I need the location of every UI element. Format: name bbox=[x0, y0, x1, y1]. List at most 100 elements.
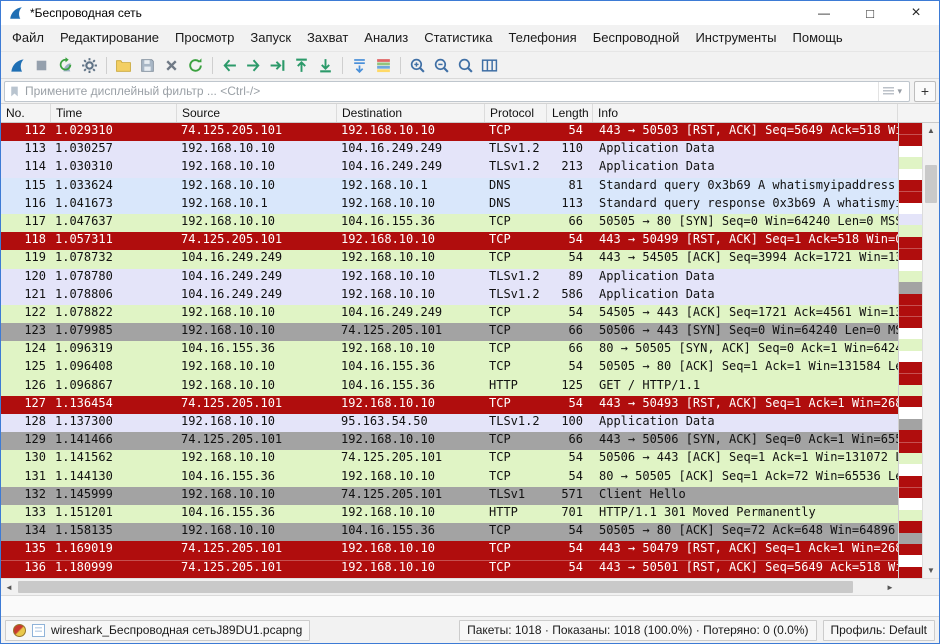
packet-row[interactable]: 125 1.096408 192.168.10.10 104.16.155.36… bbox=[1, 359, 898, 377]
packet-row[interactable]: 127 1.136454 74.125.205.101 192.168.10.1… bbox=[1, 396, 898, 414]
profile-selector[interactable]: Профиль: Default bbox=[823, 620, 936, 641]
filter-bookmark-icon[interactable] bbox=[8, 85, 21, 98]
scroll-up-icon[interactable]: ▲ bbox=[923, 123, 939, 138]
packet-row[interactable]: 112 1.029310 74.125.205.101 192.168.10.1… bbox=[1, 123, 898, 141]
packet-protocol: TCP bbox=[485, 469, 547, 487]
minimap-stripe bbox=[899, 191, 922, 202]
horizontal-scroll-thumb[interactable] bbox=[18, 581, 853, 593]
menu-item[interactable]: Помощь bbox=[785, 25, 851, 51]
go-to-packet-icon[interactable] bbox=[266, 54, 289, 77]
packet-destination: 74.125.205.101 bbox=[337, 487, 485, 505]
menu-item[interactable]: Просмотр bbox=[167, 25, 242, 51]
open-file-icon[interactable] bbox=[112, 54, 135, 77]
go-forward-icon[interactable] bbox=[242, 54, 265, 77]
packet-row[interactable]: 122 1.078822 192.168.10.10 104.16.249.24… bbox=[1, 305, 898, 323]
packet-row[interactable]: 133 1.151201 104.16.155.36 192.168.10.10… bbox=[1, 505, 898, 523]
minimap-stripe bbox=[899, 271, 922, 282]
horizontal-scrollbar[interactable]: ◄ ► bbox=[1, 579, 898, 595]
scroll-right-icon[interactable]: ► bbox=[882, 579, 898, 595]
packet-destination: 104.16.249.249 bbox=[337, 141, 485, 159]
menu-item[interactable]: Статистика bbox=[416, 25, 500, 51]
save-file-icon[interactable] bbox=[136, 54, 159, 77]
column-header[interactable]: Length bbox=[547, 104, 593, 122]
scrollbar-corner bbox=[898, 579, 939, 595]
reload-file-icon[interactable] bbox=[184, 54, 207, 77]
packet-row[interactable]: 132 1.145999 192.168.10.10 74.125.205.10… bbox=[1, 487, 898, 505]
menu-item[interactable]: Захват bbox=[299, 25, 356, 51]
pane-splitter[interactable] bbox=[1, 595, 939, 616]
vertical-scrollbar[interactable]: ▲ ▼ bbox=[922, 123, 939, 578]
packet-row[interactable]: 129 1.141466 74.125.205.101 192.168.10.1… bbox=[1, 432, 898, 450]
close-file-icon[interactable] bbox=[160, 54, 183, 77]
colorize-packets-icon[interactable] bbox=[372, 54, 395, 77]
minimap-stripe bbox=[899, 282, 922, 293]
zoom-out-icon[interactable] bbox=[430, 54, 453, 77]
packet-length: 113 bbox=[547, 196, 593, 214]
packet-row[interactable]: 123 1.079985 192.168.10.10 74.125.205.10… bbox=[1, 323, 898, 341]
display-filter-field[interactable]: ▾ bbox=[4, 81, 910, 102]
toolbar-separator bbox=[106, 57, 107, 74]
packet-time: 1.033624 bbox=[51, 178, 177, 196]
packet-row[interactable]: 124 1.096319 104.16.155.36 192.168.10.10… bbox=[1, 341, 898, 359]
column-header[interactable]: Source bbox=[177, 104, 337, 122]
packet-info: Application Data bbox=[593, 414, 898, 432]
column-header[interactable]: Info bbox=[593, 104, 898, 122]
menu-item[interactable]: Файл bbox=[4, 25, 52, 51]
go-back-icon[interactable] bbox=[218, 54, 241, 77]
packet-no: 113 bbox=[1, 141, 51, 159]
packet-minimap[interactable] bbox=[898, 123, 922, 578]
column-header[interactable]: Protocol bbox=[485, 104, 547, 122]
packet-row[interactable]: 130 1.141562 192.168.10.10 74.125.205.10… bbox=[1, 450, 898, 468]
start-capture-icon[interactable] bbox=[6, 54, 29, 77]
packet-info: 50505 → 80 [ACK] Seq=72 Ack=648 Win=6489… bbox=[593, 523, 898, 541]
go-first-packet-icon[interactable] bbox=[290, 54, 313, 77]
packet-row[interactable]: 128 1.137300 192.168.10.10 95.163.54.50 … bbox=[1, 414, 898, 432]
packet-row[interactable]: 121 1.078806 104.16.249.249 192.168.10.1… bbox=[1, 287, 898, 305]
packet-time: 1.137300 bbox=[51, 414, 177, 432]
packet-row[interactable]: 116 1.041673 192.168.10.1 192.168.10.10 … bbox=[1, 196, 898, 214]
packet-row[interactable]: 118 1.057311 74.125.205.101 192.168.10.1… bbox=[1, 232, 898, 250]
zoom-in-icon[interactable] bbox=[406, 54, 429, 77]
filter-add-button[interactable]: + bbox=[914, 81, 936, 102]
restart-capture-icon[interactable] bbox=[54, 54, 77, 77]
menu-item[interactable]: Телефония bbox=[500, 25, 584, 51]
packet-info: HTTP/1.1 301 Moved Permanently bbox=[593, 505, 898, 523]
packet-row[interactable]: 114 1.030310 192.168.10.10 104.16.249.24… bbox=[1, 159, 898, 177]
packet-row[interactable]: 119 1.078732 104.16.249.249 192.168.10.1… bbox=[1, 250, 898, 268]
zoom-original-icon[interactable] bbox=[454, 54, 477, 77]
menu-item[interactable]: Инструменты bbox=[687, 25, 784, 51]
packet-row[interactable]: 120 1.078780 104.16.249.249 192.168.10.1… bbox=[1, 269, 898, 287]
scroll-down-icon[interactable]: ▼ bbox=[923, 563, 939, 578]
vertical-scroll-thumb[interactable] bbox=[925, 165, 937, 203]
packet-row[interactable]: 135 1.169019 74.125.205.101 192.168.10.1… bbox=[1, 541, 898, 559]
close-button[interactable]: × bbox=[893, 1, 939, 25]
menu-item[interactable]: Анализ bbox=[356, 25, 416, 51]
scroll-left-icon[interactable]: ◄ bbox=[1, 579, 17, 595]
packet-protocol: TCP bbox=[485, 323, 547, 341]
column-header[interactable]: Time bbox=[51, 104, 177, 122]
packet-row[interactable]: 136 1.180999 74.125.205.101 192.168.10.1… bbox=[1, 560, 898, 578]
packet-row[interactable]: 126 1.096867 192.168.10.10 104.16.155.36… bbox=[1, 378, 898, 396]
column-header[interactable]: No. bbox=[1, 104, 51, 122]
packet-row[interactable]: 113 1.030257 192.168.10.10 104.16.249.24… bbox=[1, 141, 898, 159]
go-last-packet-icon[interactable] bbox=[314, 54, 337, 77]
expert-info-icon[interactable] bbox=[13, 624, 26, 637]
menu-item[interactable]: Запуск bbox=[242, 25, 299, 51]
stop-capture-icon[interactable] bbox=[30, 54, 53, 77]
packet-row[interactable]: 115 1.033624 192.168.10.10 192.168.10.1 … bbox=[1, 178, 898, 196]
filter-bar: ▾ + bbox=[1, 79, 939, 104]
packet-row[interactable]: 117 1.047637 192.168.10.10 104.16.155.36… bbox=[1, 214, 898, 232]
menu-item[interactable]: Беспроводной bbox=[585, 25, 688, 51]
capture-options-icon[interactable] bbox=[78, 54, 101, 77]
capture-comment-icon[interactable] bbox=[32, 624, 45, 637]
auto-scroll-icon[interactable] bbox=[348, 54, 371, 77]
minimize-button[interactable]: — bbox=[801, 1, 847, 25]
menu-item[interactable]: Редактирование bbox=[52, 25, 167, 51]
packet-row[interactable]: 131 1.144130 104.16.155.36 192.168.10.10… bbox=[1, 469, 898, 487]
maximize-button[interactable]: □ bbox=[847, 1, 893, 25]
filter-expression-dropdown[interactable]: ▾ bbox=[878, 82, 906, 101]
display-filter-input[interactable] bbox=[25, 84, 874, 98]
resize-columns-icon[interactable] bbox=[478, 54, 501, 77]
column-header[interactable]: Destination bbox=[337, 104, 485, 122]
packet-row[interactable]: 134 1.158135 192.168.10.10 104.16.155.36… bbox=[1, 523, 898, 541]
